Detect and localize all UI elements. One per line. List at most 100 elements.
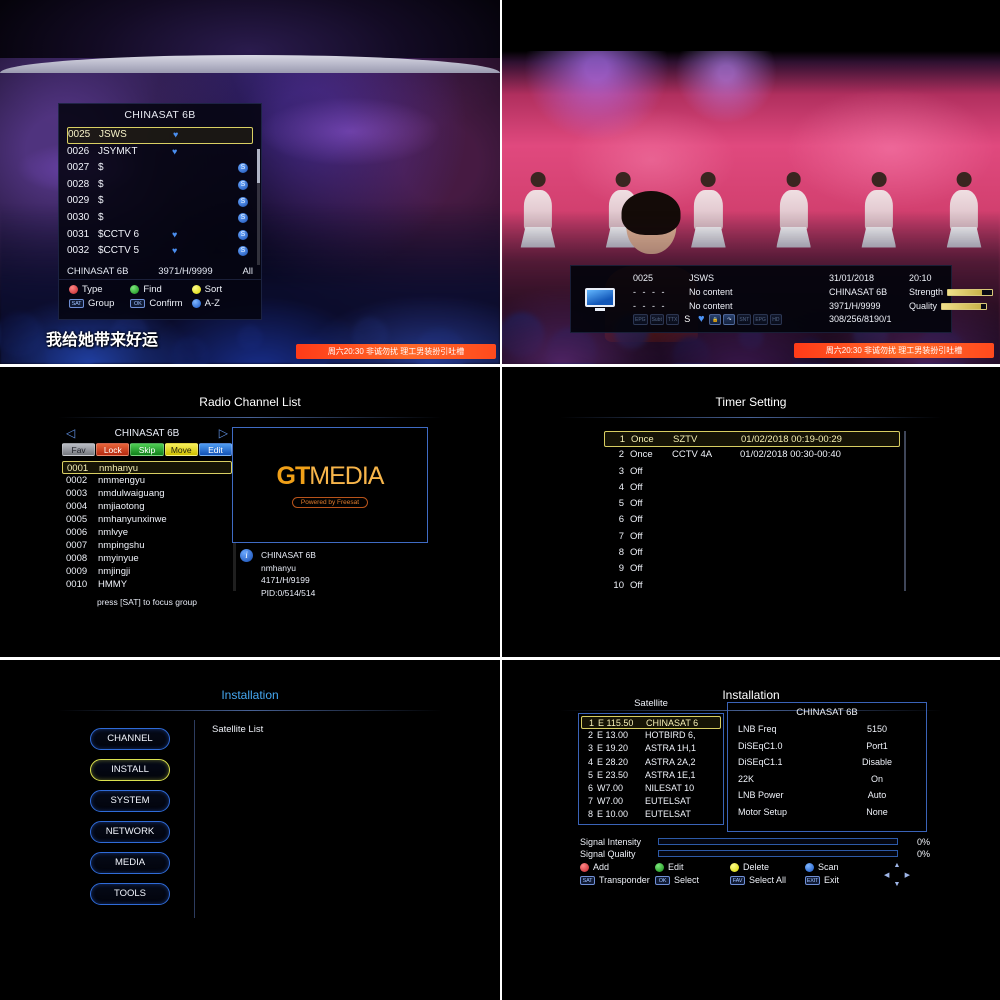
- satellite-row[interactable]: 2 E 13.00 HOTBIRD 6,: [581, 729, 721, 742]
- satellite-name: EUTELSAT: [645, 809, 691, 820]
- timer-row[interactable]: 2 Once CCTV 4A 01/02/2018 00:30-00:40: [604, 447, 900, 463]
- hint-sort[interactable]: Sort: [191, 284, 251, 295]
- tab-move[interactable]: Move: [164, 443, 198, 456]
- hint-add[interactable]: Add: [580, 862, 655, 872]
- satellite-row[interactable]: 3 E 19.20 ASTRA 1H,1: [581, 742, 721, 755]
- radio-row[interactable]: 0001 nmhanyu: [62, 461, 232, 474]
- lnb-value[interactable]: Port1: [838, 738, 916, 755]
- osd-channel-list[interactable]: CHINASAT 6B 0025 JSWS ♥ 0026 JSYMKT ♥ 00…: [58, 103, 262, 320]
- menu-button-tools[interactable]: TOOLS: [90, 883, 170, 905]
- hint-exit[interactable]: EXIT Exit: [805, 875, 880, 885]
- lnb-value[interactable]: Disable: [838, 754, 916, 771]
- hint-group[interactable]: SAT Group: [69, 298, 128, 309]
- osd-info-bar[interactable]: 0025 JSWS - - - - No content - - - - No …: [570, 265, 994, 333]
- radio-list-column[interactable]: ◁ CHINASAT 6B ▷ Fav Lock Skip Move Edit …: [62, 425, 236, 607]
- satellite-selector[interactable]: ◁ CHINASAT 6B ▷: [62, 425, 232, 441]
- timer-row[interactable]: 8 Off: [604, 545, 900, 561]
- satellite-position: E 10.00: [597, 809, 629, 820]
- radio-row[interactable]: 0010 HMMY: [62, 578, 232, 591]
- hint-find[interactable]: Find: [130, 284, 189, 295]
- timer-scrollbar[interactable]: [904, 431, 906, 591]
- channel-row[interactable]: 0032 $CCTV 5 ♥ S: [67, 243, 253, 260]
- satellite-row[interactable]: 4 E 28.20 ASTRA 2A,2: [581, 756, 721, 769]
- timer-row[interactable]: 10 Off: [604, 578, 900, 594]
- radio-row[interactable]: 0002 nmmengyu: [62, 474, 232, 487]
- lnb-setting-row[interactable]: LNB Freq 5150: [738, 721, 916, 738]
- tab-skip[interactable]: Skip: [130, 443, 164, 456]
- menu-button-channel[interactable]: CHANNEL: [90, 728, 170, 750]
- timer-row[interactable]: 1 Once SZTV 01/02/2018 00:19-00:29: [604, 431, 900, 448]
- logo-media-text: MEDIA: [309, 461, 384, 490]
- hint-delete[interactable]: Delete: [730, 862, 805, 872]
- submenu-item-satellite-list[interactable]: Satellite List: [212, 724, 263, 735]
- hint-confirm[interactable]: OK Confirm: [130, 298, 189, 309]
- menu-button-network[interactable]: NETWORK: [90, 821, 170, 843]
- radio-row[interactable]: 0007 nmpingshu: [62, 539, 232, 552]
- satellite-row[interactable]: 7 W7.00 EUTELSAT: [581, 795, 721, 808]
- satellite-list-column[interactable]: Satellite 1 E 115.50 CHINASAT 6 2 E 13.0…: [578, 698, 724, 825]
- lnb-setting-row[interactable]: DiSEqC1.1 Disable: [738, 754, 916, 771]
- page-title: Radio Channel List: [199, 395, 301, 409]
- timer-rows[interactable]: 1 Once SZTV 01/02/2018 00:19-00:29 2 Onc…: [604, 431, 906, 594]
- lnb-setting-row[interactable]: DiSEqC1.0 Port1: [738, 738, 916, 755]
- scrambled-icon: S: [238, 163, 248, 174]
- channel-row[interactable]: 0025 JSWS ♥: [67, 127, 253, 144]
- satellite-row[interactable]: 1 E 115.50 CHINASAT 6: [581, 716, 721, 730]
- hint-select[interactable]: OK Select: [655, 875, 730, 885]
- satellite-row[interactable]: 6 W7.00 NILESAT 10: [581, 782, 721, 795]
- lnb-setting-row[interactable]: Motor Setup None: [738, 804, 916, 821]
- menu-button-system[interactable]: SYSTEM: [90, 790, 170, 812]
- tab-fav[interactable]: Fav: [62, 443, 96, 456]
- radio-row[interactable]: 0006 nmlvye: [62, 526, 232, 539]
- lnb-value[interactable]: Auto: [838, 787, 916, 804]
- channel-row[interactable]: 0031 $CCTV 6 ♥ S: [67, 227, 253, 244]
- title-divider: [560, 417, 942, 418]
- channel-row[interactable]: 0027 $ S: [67, 160, 253, 177]
- hint-edit[interactable]: Edit: [655, 862, 730, 872]
- radio-row[interactable]: 0008 nmyinyue: [62, 552, 232, 565]
- lnb-value[interactable]: 5150: [838, 721, 916, 738]
- hint-az[interactable]: A-Z: [191, 298, 251, 309]
- timer-mode: Off: [630, 498, 643, 510]
- menu-button-install[interactable]: INSTALL: [90, 759, 170, 781]
- lnb-satellite-title: CHINASAT 6B: [796, 707, 858, 718]
- hint-transponder[interactable]: SAT Transponder: [580, 875, 655, 885]
- satellite-list-box[interactable]: 1 E 115.50 CHINASAT 6 2 E 13.00 HOTBIRD …: [578, 713, 724, 825]
- channel-list-scrollbar[interactable]: [257, 149, 260, 265]
- tab-edit[interactable]: Edit: [198, 443, 233, 456]
- channel-list-rows[interactable]: 0025 JSWS ♥ 0026 JSYMKT ♥ 0027 $ S 0028 …: [59, 127, 261, 265]
- satellite-row[interactable]: 5 E 23.50 ASTRA 1E,1: [581, 769, 721, 782]
- hint-scan[interactable]: Scan: [805, 862, 880, 872]
- radio-row[interactable]: 0009 nmjingji: [62, 565, 232, 578]
- radio-rows[interactable]: 0001 nmhanyu 0002 nmmengyu 0003 nmdulwaigua…: [62, 461, 236, 591]
- main-menu-buttons[interactable]: CHANNEL INSTALL SYSTEM NETWORK MEDIA TOO…: [90, 728, 170, 914]
- hint-type[interactable]: Type: [69, 284, 128, 295]
- timer-row[interactable]: 3 Off: [604, 464, 900, 480]
- next-satellite-icon[interactable]: ▷: [219, 426, 228, 440]
- radio-row[interactable]: 0003 nmdulwaiguang: [62, 487, 232, 500]
- satellite-row[interactable]: 8 E 10.00 EUTELSAT: [581, 808, 721, 821]
- menu-button-media[interactable]: MEDIA: [90, 852, 170, 874]
- lnb-setting-row[interactable]: LNB Power Auto: [738, 787, 916, 804]
- timer-row[interactable]: 6 Off: [604, 512, 900, 528]
- radio-row[interactable]: 0004 nmjiaotong: [62, 500, 232, 513]
- timer-row[interactable]: 7 Off: [604, 529, 900, 545]
- lnb-value[interactable]: None: [838, 804, 916, 821]
- prev-satellite-icon[interactable]: ◁: [66, 426, 75, 440]
- timer-index: 5: [618, 498, 624, 510]
- channel-row[interactable]: 0028 $ S: [67, 177, 253, 194]
- timer-row[interactable]: 4 Off: [604, 480, 900, 496]
- satellite-index: 2: [587, 730, 593, 741]
- timer-row[interactable]: 5 Off: [604, 496, 900, 512]
- edit-action-tabs[interactable]: Fav Lock Skip Move Edit: [62, 443, 233, 456]
- channel-row[interactable]: 0026 JSYMKT ♥: [67, 144, 253, 161]
- channel-row[interactable]: 0030 $ S: [67, 210, 253, 227]
- tab-lock[interactable]: Lock: [96, 443, 130, 456]
- radio-row[interactable]: 0005 nmhanyunxinwe: [62, 513, 232, 526]
- channel-row[interactable]: 0029 $ S: [67, 193, 253, 210]
- hint-select-all[interactable]: FAV Select All: [730, 875, 805, 885]
- timer-row[interactable]: 9 Off: [604, 561, 900, 577]
- lnb-value[interactable]: On: [838, 771, 916, 788]
- lnb-settings-box[interactable]: CHINASAT 6B LNB Freq 5150 DiSEqC1.0 Port…: [727, 702, 927, 832]
- lnb-setting-row[interactable]: 22K On: [738, 771, 916, 788]
